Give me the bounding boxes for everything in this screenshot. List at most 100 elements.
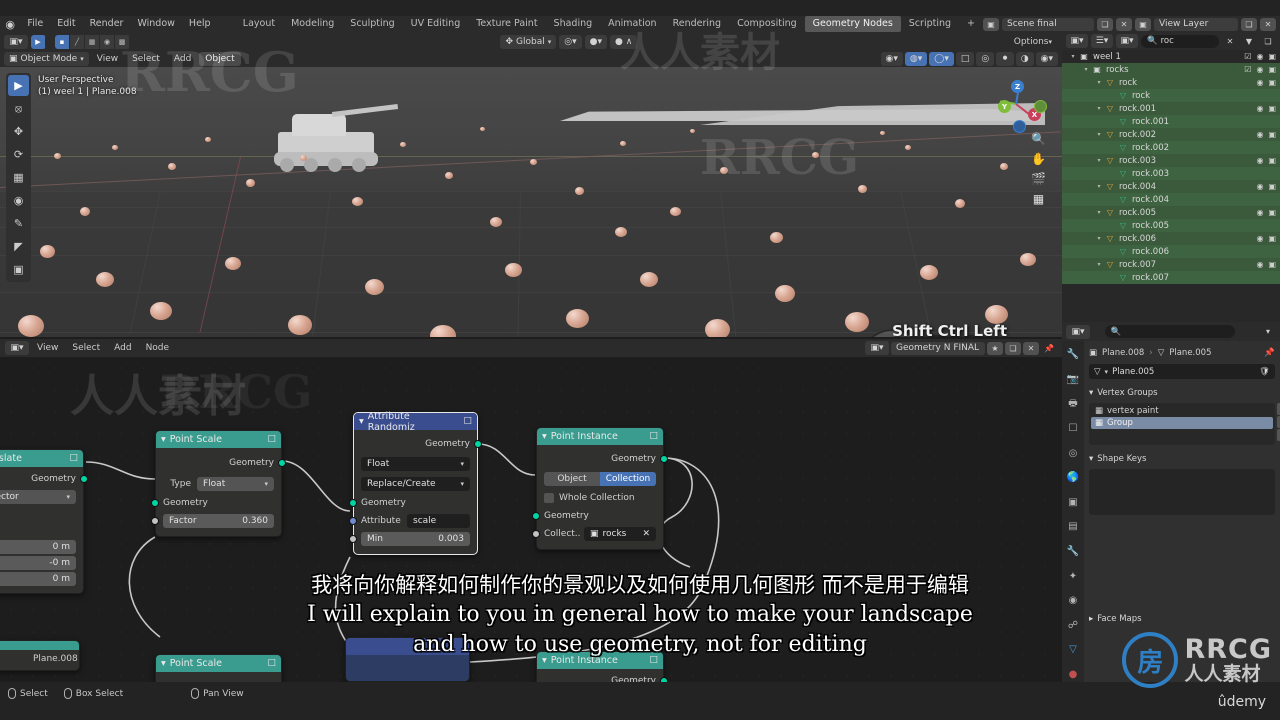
input-socket-geometry[interactable]	[532, 512, 540, 520]
camera-icon[interactable]: ▣	[1268, 52, 1276, 61]
panel-header-face-maps[interactable]: ▸ Face Maps	[1089, 611, 1275, 626]
vertex-group-row[interactable]: ▦ Group	[1091, 417, 1273, 429]
node-point-scale-lower[interactable]: ▾ Point Scale ☐	[155, 654, 282, 682]
node-point-instance[interactable]: ▾ Point Instance ☐ Geometry Object Colle…	[532, 427, 668, 550]
node-header[interactable]: ▾ Translate ☐	[0, 450, 83, 467]
node-header[interactable]: ▾ Attribute Randomiz ☐	[354, 411, 477, 433]
unlink-node-group-icon[interactable]: ✕	[1023, 341, 1039, 355]
output-socket-geometry[interactable]	[660, 455, 668, 463]
properties-search-input[interactable]: 🔍	[1104, 325, 1235, 338]
workspace-add-button[interactable]: +	[959, 16, 983, 32]
camera-icon[interactable]: ▣	[1268, 104, 1276, 113]
remove-view-layer-icon[interactable]: ✕	[1260, 17, 1276, 31]
expand-arrow-icon[interactable]: ▾	[1094, 157, 1104, 164]
geometry-node-editor[interactable]: ▾ Translate ☐ Geometry e Vector ▾	[0, 357, 1062, 682]
workspace-tab-layout[interactable]: Layout	[235, 16, 283, 32]
shading-material-icon[interactable]: ⚫	[996, 52, 1014, 66]
collapse-icon[interactable]: ▾	[161, 658, 166, 669]
workspace-tab-sculpting[interactable]: Sculpting	[342, 16, 402, 32]
operation-mode-dropdown[interactable]: Replace/Create ▾	[361, 477, 470, 491]
vertex-group-list[interactable]: ▦ vertex paint ▦ Group + − ⌄	[1089, 403, 1280, 445]
datablock-name-field[interactable]: ▽ ▾ Plane.005 🛡	[1089, 364, 1275, 379]
outliner-search-input[interactable]: 🔍 roc	[1141, 34, 1219, 48]
collapse-icon[interactable]: ▾	[359, 416, 364, 427]
scene-browse-icon[interactable]: ▣	[983, 17, 999, 31]
node-preview-icon[interactable]: ☐	[463, 416, 472, 427]
viewport-menu-object[interactable]: Object	[199, 52, 241, 66]
camera-icon[interactable]: ▣	[1268, 208, 1276, 217]
modifier-properties-tab[interactable]: 🔧	[1065, 544, 1081, 560]
3d-viewport[interactable]: ▶ ⦻ ✥ ⟳ ▦ ◉ ✎ ◤ ▣ User Perspective (1) w…	[0, 67, 1062, 337]
camera-icon[interactable]: 🎬	[1029, 169, 1048, 188]
workspace-tab-uv-editing[interactable]: UV Editing	[403, 16, 469, 32]
viewport-menu-view[interactable]: View	[91, 52, 124, 66]
outliner-row[interactable]: ▽ rock.004	[1062, 193, 1280, 206]
attribute-name-field[interactable]: scale	[407, 514, 470, 528]
pin-icon[interactable]: 📌	[1041, 342, 1057, 355]
min-field[interactable]: Min 0.003	[361, 532, 470, 546]
node-attribute-lower[interactable]	[345, 637, 470, 682]
particle-properties-tab[interactable]: ✦	[1065, 568, 1081, 584]
vector-mode-dropdown[interactable]: Vector ▾	[0, 490, 76, 504]
outliner-row[interactable]: ▾ ▽ rock.006 ◉ ▣	[1062, 232, 1280, 245]
pin-icon[interactable]: 📌	[1264, 348, 1275, 358]
node-translate[interactable]: ▾ Translate ☐ Geometry e Vector ▾	[0, 449, 88, 594]
expand-arrow-icon[interactable]: ▾	[1094, 79, 1104, 86]
expand-arrow-icon[interactable]: ▾	[1094, 105, 1104, 112]
object-properties-tab[interactable]: ▤	[1065, 519, 1081, 535]
outliner-row[interactable]: ▽ rock.007	[1062, 271, 1280, 284]
eye-icon[interactable]: ◉	[1256, 52, 1263, 61]
rotate-tool-icon[interactable]: ⟳	[8, 144, 29, 165]
node-preview-icon[interactable]: ☐	[69, 453, 78, 464]
outliner-row[interactable]: ▾ ▽ rock.002 ◉ ▣	[1062, 128, 1280, 141]
instance-type-object-toggle[interactable]: Object	[544, 472, 600, 486]
whole-collection-checkbox[interactable]	[544, 493, 554, 503]
proportional-editing-toggle[interactable]: ●▾	[584, 34, 607, 49]
outliner-row[interactable]: ▽ rock.002	[1062, 141, 1280, 154]
view-layer-name-field[interactable]: View Layer	[1154, 17, 1238, 31]
zoom-icon[interactable]: 🔍	[1029, 129, 1048, 148]
clear-search-icon[interactable]: ✕	[1222, 35, 1238, 48]
outliner-panel[interactable]: ▣▾ ☰▾ ▣▾ 🔍 roc ✕ ▼ ❏ ▾ ▣ weel 1 ☑ ◉ ▣ ▾ ▣ rocks ☑…	[1062, 32, 1280, 322]
panel-header-vertex-groups[interactable]: ▾ Vertex Groups	[1089, 385, 1275, 400]
translate-z-field[interactable]: 0 m	[0, 572, 76, 586]
shading-solid-icon[interactable]: ◎	[976, 52, 995, 66]
node-menu-view[interactable]: View	[31, 341, 64, 355]
transform-tool-icon[interactable]: ◉	[8, 190, 29, 211]
hand-icon[interactable]: ✋	[1029, 149, 1048, 168]
vertex-group-row[interactable]: ▦ vertex paint	[1091, 405, 1273, 417]
tweak-select-tool-icon[interactable]: ▶	[8, 75, 29, 96]
shape-keys-list[interactable]	[1089, 469, 1275, 515]
move-tool-icon[interactable]: ✥	[8, 121, 29, 142]
collection-properties-tab[interactable]: ▣	[1065, 495, 1081, 511]
translate-x-field[interactable]: 0 m	[0, 540, 76, 554]
fake-user-icon[interactable]: ★	[987, 341, 1003, 355]
close-icon[interactable]: ✕	[642, 529, 650, 539]
node-preview-icon[interactable]: ☐	[267, 434, 276, 445]
eye-icon[interactable]: ◉	[1256, 182, 1263, 191]
breadcrumb-object[interactable]: Plane.008	[1102, 348, 1144, 358]
node-header[interactable]: ▾ Point Instance ☐	[537, 428, 663, 445]
node-menu-select[interactable]: Select	[66, 341, 106, 355]
node-header[interactable]: ▾ Point Scale ☐	[156, 655, 281, 672]
navigation-gizmo[interactable]: X Y Z	[992, 80, 1047, 133]
proportional-falloff-dropdown[interactable]: ● ∧	[609, 34, 638, 49]
outliner-row[interactable]: ▽ rock	[1062, 89, 1280, 102]
breadcrumb-data[interactable]: Plane.005	[1169, 348, 1211, 358]
object-select-icon[interactable]: ◉	[100, 34, 115, 49]
translate-y-field[interactable]: -0 m	[0, 556, 76, 570]
node-menu-node[interactable]: Node	[140, 341, 176, 355]
outliner-row[interactable]: ▾ ▽ rock.007 ◉ ▣	[1062, 258, 1280, 271]
viewport-options-button[interactable]: Options ▾	[1008, 35, 1058, 49]
collapse-icon[interactable]: ▾	[161, 434, 166, 445]
eye-icon[interactable]: ◉	[1256, 234, 1263, 243]
node-header[interactable]: ▾ Point Scale ☐	[156, 431, 281, 448]
cursor-tool-icon[interactable]: ⦻	[8, 98, 29, 119]
node-tree-browse-icon[interactable]: ▣▾	[865, 341, 889, 355]
outliner-filter-scene[interactable]: ▣▾	[1116, 34, 1138, 48]
workspace-tab-scripting[interactable]: Scripting	[901, 16, 959, 32]
outliner-display-mode[interactable]: ☰▾	[1091, 34, 1113, 48]
scene-properties-tab[interactable]: ◎	[1065, 446, 1081, 462]
outliner-row[interactable]: ▾ ▣ weel 1 ☑ ◉ ▣	[1062, 50, 1280, 63]
show-overlays-toggle[interactable]: ◍▾	[904, 52, 928, 66]
